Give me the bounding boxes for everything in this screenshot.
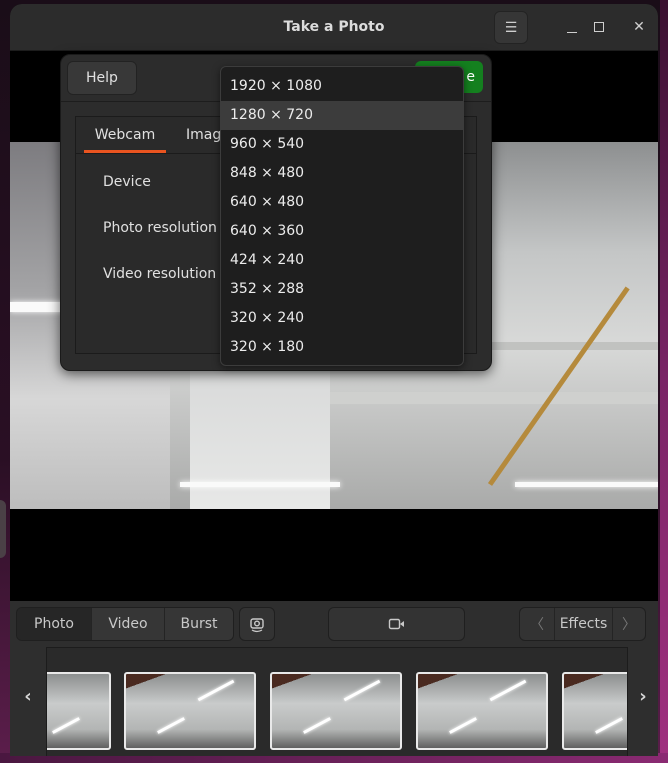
resolution-option[interactable]: 960 × 540 [221, 130, 463, 159]
resolution-option[interactable]: 848 × 480 [221, 159, 463, 188]
chevron-right-icon: › [639, 685, 647, 707]
main-menu-button[interactable]: ☰ [494, 11, 528, 44]
mode-photo-button[interactable]: Photo [17, 608, 92, 640]
thumbnails-scroll-right-button[interactable]: › [633, 685, 653, 707]
video-resolution-label: Video resolution [103, 266, 217, 282]
maximize-icon [594, 22, 604, 32]
hamburger-menu-icon: ☰ [504, 19, 518, 36]
chevron-right-icon: 〉 [622, 617, 636, 633]
resolution-option[interactable]: 640 × 480 [221, 188, 463, 217]
minimize-button[interactable] [557, 12, 587, 42]
active-tab-indicator [84, 150, 166, 153]
capture-button[interactable] [328, 607, 465, 641]
mode-video-button[interactable]: Video [92, 608, 165, 640]
photo-thumbnail[interactable] [47, 672, 111, 750]
resolution-option[interactable]: 320 × 240 [221, 304, 463, 333]
resolution-option[interactable]: 1280 × 720 [221, 101, 463, 130]
device-label: Device [103, 174, 151, 190]
photo-thumbnail[interactable] [124, 672, 256, 750]
thumbnails-scroll-left-button[interactable]: ‹ [18, 685, 38, 707]
effects-selector: 〈 Effects 〉 [519, 607, 646, 641]
photo-thumbnail[interactable] [562, 672, 627, 750]
resolution-option[interactable]: 320 × 180 [221, 333, 463, 362]
resolution-dropdown-menu: 1920 × 1080 1280 × 720 960 × 540 848 × 4… [220, 66, 464, 366]
switch-camera-icon [250, 618, 264, 633]
dock-edge [0, 500, 6, 558]
chevron-left-icon: ‹ [24, 685, 32, 707]
mode-burst-button[interactable]: Burst [165, 608, 233, 640]
tab-webcam[interactable]: Webcam [84, 117, 166, 153]
resolution-option[interactable]: 640 × 360 [221, 217, 463, 246]
close-icon: ✕ [633, 19, 645, 35]
title-bar: Take a Photo ☰ ✕ [10, 4, 658, 51]
minimize-icon [567, 31, 577, 33]
photo-resolution-label: Photo resolution [103, 220, 217, 236]
bottom-toolbar: Photo Video Burst 〈 Effects 〉 ‹ › [10, 601, 658, 756]
tab-webcam-label: Webcam [94, 127, 156, 143]
effects-label[interactable]: Effects [555, 608, 612, 640]
effects-next-button[interactable]: 〉 [612, 608, 645, 640]
photo-thumbnail[interactable] [416, 672, 548, 750]
thumbnail-strip [46, 647, 628, 756]
video-camera-icon [388, 618, 404, 630]
capture-mode-switcher: Photo Video Burst [16, 607, 234, 641]
switch-camera-button[interactable] [239, 607, 275, 641]
chevron-left-icon: 〈 [530, 617, 544, 633]
maximize-button[interactable] [584, 12, 614, 42]
close-button[interactable]: ✕ [624, 12, 654, 42]
help-button[interactable]: Help [67, 61, 137, 95]
resolution-option[interactable]: 424 × 240 [221, 246, 463, 275]
resolution-option[interactable]: 352 × 288 [221, 275, 463, 304]
effects-previous-button[interactable]: 〈 [520, 608, 555, 640]
desktop-background [660, 0, 668, 763]
resolution-option[interactable]: 1920 × 1080 [221, 72, 463, 101]
photo-thumbnail[interactable] [270, 672, 402, 750]
